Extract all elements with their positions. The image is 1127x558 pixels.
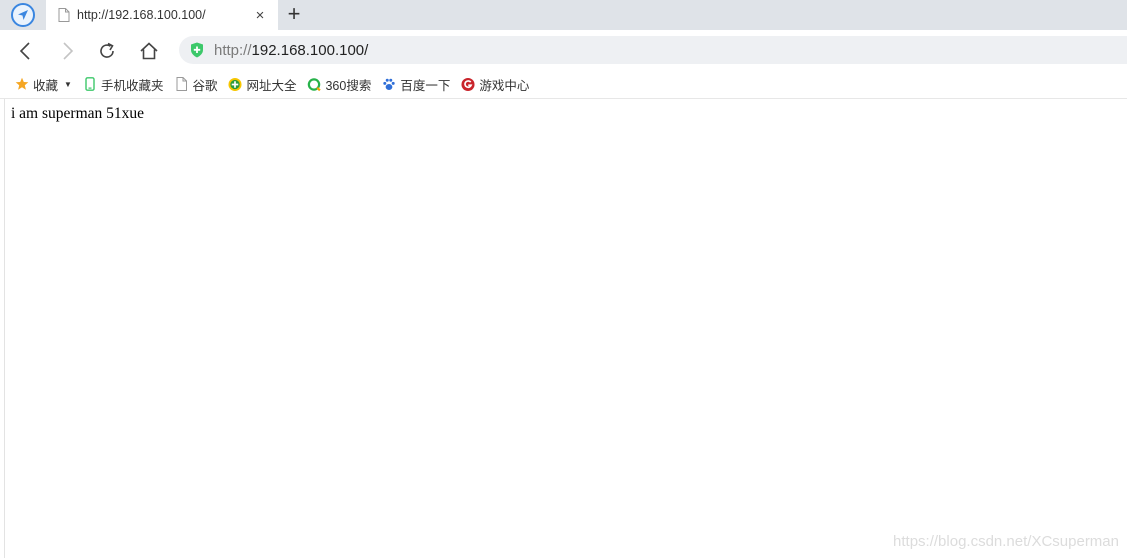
bookmark-mobile-favorites[interactable]: 手机收藏夹 xyxy=(83,73,164,95)
site-nav-icon xyxy=(228,77,243,91)
navigation-toolbar: http://192.168.100.100/ xyxy=(0,30,1127,70)
phone-icon xyxy=(83,77,97,91)
close-tab-icon[interactable]: × xyxy=(252,7,268,23)
address-bar[interactable]: http://192.168.100.100/ xyxy=(179,36,1127,64)
bookmark-label: 网址大全 xyxy=(246,78,297,93)
bookmark-label: 百度一下 xyxy=(400,78,451,93)
chevron-down-icon[interactable]: ▼ xyxy=(64,80,72,89)
tab-active[interactable]: http://192.168.100.100/ × xyxy=(46,0,278,30)
bookmark-game-center[interactable]: 游戏中心 xyxy=(461,73,529,95)
baidu-paw-icon xyxy=(382,77,396,91)
page-icon xyxy=(174,77,188,91)
reload-icon xyxy=(100,42,114,58)
page-icon xyxy=(58,8,70,22)
back-arrow-icon xyxy=(19,42,30,60)
star-icon xyxy=(15,77,29,91)
home-button[interactable] xyxy=(137,39,161,63)
page-content: i am superman 51xue https://blog.csdn.ne… xyxy=(4,99,1127,558)
security-shield-icon xyxy=(191,42,203,58)
bookmark-label: 360搜索 xyxy=(325,78,372,93)
bookmark-label: 手机收藏夹 xyxy=(100,78,164,93)
browser-menu-button[interactable] xyxy=(0,0,46,30)
bookmark-baidu[interactable]: 百度一下 xyxy=(382,73,450,95)
page-body-text: i am superman 51xue xyxy=(11,105,145,122)
bookmark-favorites[interactable]: 收藏 ▼ xyxy=(15,73,72,95)
bookmark-label: 谷歌 xyxy=(192,78,218,93)
watermark: https://blog.csdn.net/XCsuperman xyxy=(893,533,1119,550)
navigation-arrow-icon xyxy=(11,3,35,27)
bookmark-site-nav[interactable]: 网址大全 xyxy=(228,73,296,95)
bookmarks-bar: 收藏 ▼ 手机收藏夹 谷歌 网址大全 360搜索 百度一下 游戏中心 xyxy=(0,70,1127,99)
reload-button[interactable] xyxy=(95,39,119,63)
forward-arrow-icon xyxy=(63,42,74,60)
forward-button[interactable] xyxy=(55,39,79,63)
url-text[interactable]: http://192.168.100.100/ xyxy=(214,42,368,59)
bookmark-google[interactable]: 谷歌 xyxy=(174,73,217,95)
home-icon xyxy=(140,42,158,60)
bookmark-label: 游戏中心 xyxy=(479,78,530,93)
bookmark-label: 收藏 xyxy=(33,78,59,93)
360-search-icon xyxy=(307,77,322,91)
new-tab-button[interactable]: + xyxy=(282,2,306,26)
bookmark-360-search[interactable]: 360搜索 xyxy=(307,73,371,95)
game-center-icon xyxy=(461,77,475,91)
tab-title: http://192.168.100.100/ xyxy=(77,8,206,22)
url-scheme: http:// xyxy=(214,41,252,59)
back-button[interactable] xyxy=(14,39,38,63)
url-host: 192.168.100.100/ xyxy=(251,41,369,59)
tab-strip: http://192.168.100.100/ × + xyxy=(0,0,1127,30)
